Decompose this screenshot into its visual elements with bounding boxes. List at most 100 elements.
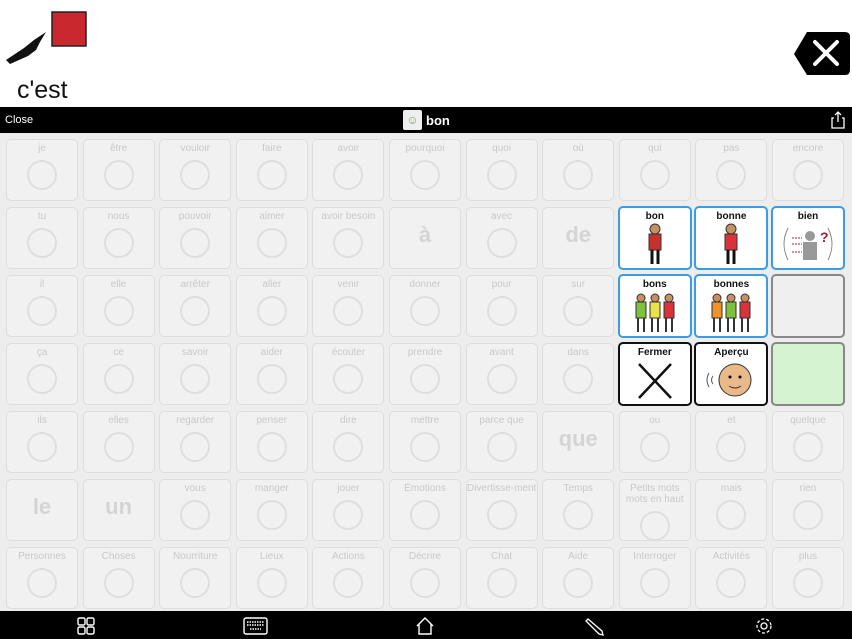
pencil-icon[interactable] [585,616,605,636]
grid-cell[interactable]: le [6,479,78,541]
grid-cell[interactable]: quoi [465,139,538,201]
grid-cell[interactable]: Lieux [235,547,308,609]
popup-cell-bien[interactable]: bien? [771,206,845,270]
grid-cell[interactable]: Actions [312,547,385,609]
symbol-icon [563,568,594,598]
grid-icon[interactable] [76,616,96,636]
close-button[interactable]: Close [5,114,33,126]
grid-cell[interactable]: manger [235,479,308,541]
grid-cell[interactable]: ça [6,343,78,405]
grid-cell[interactable]: je [6,139,78,201]
grid-cell[interactable]: nous [82,207,155,269]
grid-cell[interactable]: Nourriture [159,547,232,609]
grid-cell[interactable]: pouvoir [159,207,232,269]
grid-cell[interactable]: faire [235,139,308,201]
grid-cell[interactable]: pas [695,139,768,201]
popup-cell-label: bonnes [713,279,750,290]
grid-cell[interactable]: elles [82,411,155,473]
top-toolbar: Close ☺ bon [0,107,852,133]
grid-cell[interactable]: Activités [695,547,768,609]
cell-label: avant [489,347,514,358]
grid-cell[interactable]: un [82,479,155,541]
grid-cell[interactable]: encore [772,139,844,201]
grid-cell[interactable]: mais [695,479,768,541]
grid-cell[interactable]: regarder [159,411,232,473]
grid-cell[interactable]: pourquoi [389,139,461,201]
home-icon[interactable] [415,616,435,636]
grid-cell[interactable]: Choses [82,547,155,609]
grid-cell[interactable]: dire [312,411,385,473]
symbol-icon [180,500,211,530]
grid-cell[interactable]: donner [389,275,461,337]
grid-cell[interactable]: sur [542,275,615,337]
grid-cell[interactable]: vous [159,479,232,541]
popup-cell-bonnes[interactable]: bonnes [694,274,769,338]
popup-cell-bons[interactable]: bons [617,274,692,338]
symbol-icon [486,228,517,258]
cell-label: mettre [410,415,440,426]
grid-cell[interactable]: tu [6,207,78,269]
symbol-icon [27,296,57,326]
grid-cell[interactable]: elle [82,275,155,337]
grid-cell[interactable]: Temps [542,479,615,541]
grid-cell[interactable]: Interroger [618,547,691,609]
symbol-icon [486,364,517,394]
grid-cell[interactable]: écouter [312,343,385,405]
symbol-icon [256,296,287,326]
popup-cell-aperu[interactable]: Aperçu [694,342,769,406]
grid-cell[interactable]: ce [82,343,155,405]
grid-cell[interactable]: de [542,207,615,269]
grid-cell[interactable]: arrêter [159,275,232,337]
grid-cell[interactable]: Émotions [389,479,461,541]
grid-cell[interactable]: que [542,411,615,473]
grid-cell[interactable]: à [389,207,461,269]
backspace-button[interactable] [793,30,851,77]
popup-cell-bon[interactable]: bon [617,206,692,270]
grid-cell[interactable]: où [542,139,615,201]
message-bar[interactable]: c'est [0,0,852,107]
grid-cell[interactable]: aimer [235,207,308,269]
grid-cell[interactable]: Divertisse-ment [465,479,538,541]
share-icon[interactable] [830,111,846,129]
grid-cell[interactable]: quelque [772,411,844,473]
popup-cell-bonne[interactable]: bonne [694,206,769,270]
cell-label: Lieux [259,551,284,562]
gear-icon[interactable] [754,616,774,636]
grid-cell[interactable]: plus [772,547,844,609]
grid-cell[interactable]: et [695,411,768,473]
grid-cell[interactable]: qui [618,139,691,201]
grid-cell[interactable]: parce que [465,411,538,473]
grid-cell[interactable]: Petits mots mots en haut [618,479,691,541]
grid-cell[interactable]: il [6,275,78,337]
grid-cell[interactable]: avant [465,343,538,405]
grid-cell[interactable]: ou [618,411,691,473]
grid-cell[interactable]: mettre [389,411,461,473]
popup-cell-empty[interactable] [771,342,845,406]
grid-cell[interactable]: jouer [312,479,385,541]
grid-cell[interactable]: penser [235,411,308,473]
grid-cell[interactable]: savoir [159,343,232,405]
grid-cell[interactable]: aller [235,275,308,337]
grid-cell[interactable]: vouloir [159,139,232,201]
popup-cell-fermer[interactable]: Fermer [617,342,692,406]
popup-cell-empty[interactable] [771,274,845,338]
grid-cell[interactable]: Chat [465,547,538,609]
grid-cell[interactable]: aider [235,343,308,405]
symbol-icon [333,228,364,258]
grid-cell[interactable]: avec [465,207,538,269]
grid-cell[interactable]: être [82,139,155,201]
grid-cell[interactable]: Aide [542,547,615,609]
grid-cell[interactable]: pour [465,275,538,337]
grid-cell[interactable]: venir [312,275,385,337]
keyboard-icon[interactable] [243,616,268,636]
grid-cell[interactable]: rien [772,479,844,541]
grid-cell[interactable]: avoir besoin [312,207,385,269]
svg-text:?: ? [820,229,829,245]
grid-cell[interactable]: dans [542,343,615,405]
grid-cell[interactable]: avoir [312,139,385,201]
grid-cell[interactable]: Décrire [389,547,461,609]
grid-cell[interactable]: Personnes [6,547,78,609]
cell-label: aimer [259,211,285,222]
grid-cell[interactable]: prendre [389,343,461,405]
grid-cell[interactable]: ils [6,411,78,473]
